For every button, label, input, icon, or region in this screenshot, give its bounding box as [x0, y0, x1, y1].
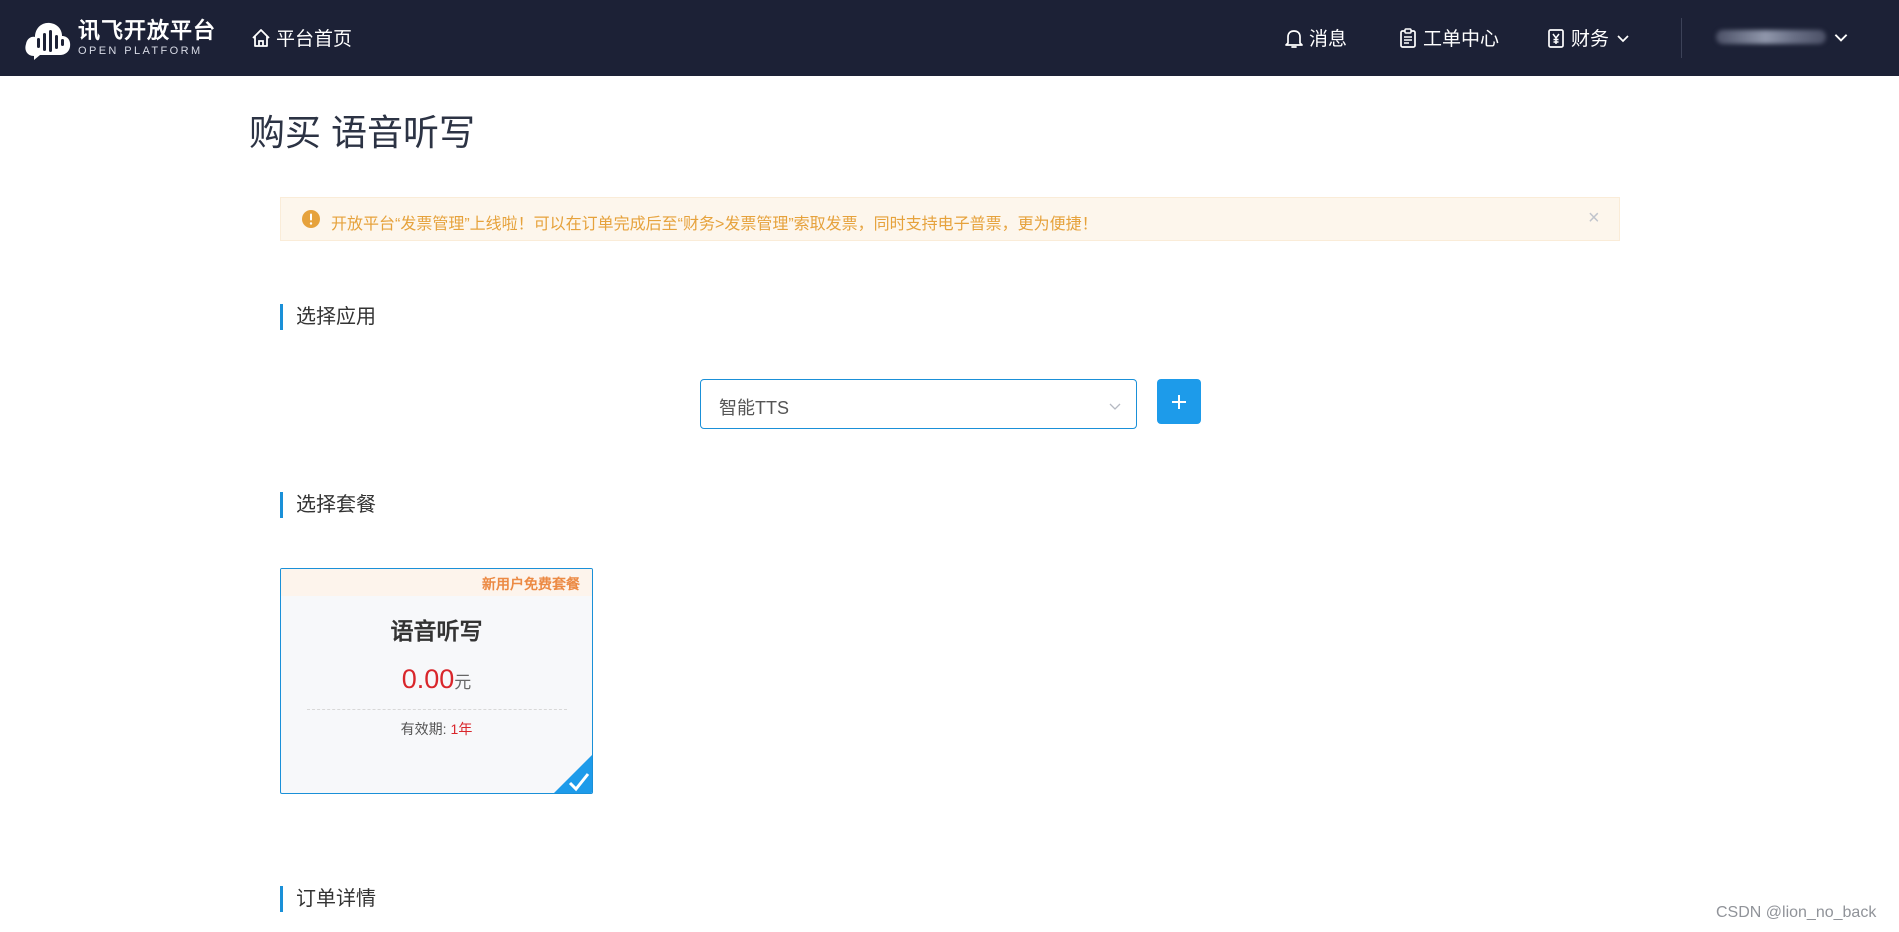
- section-title-select-app: 选择应用: [280, 304, 376, 330]
- plan-validity-label: 有效期:: [400, 721, 447, 737]
- section-title-order-details: 订单详情: [280, 886, 376, 912]
- plan-badge: 新用户免费套餐: [482, 576, 580, 592]
- logo-en-text: OPEN PLATFORM: [78, 44, 203, 57]
- top-navbar: 讯飞开放平台 OPEN PLATFORM 平台首页 消息 工单中心 财务: [0, 0, 1899, 76]
- logo-cn-text: 讯飞开放平台: [78, 17, 217, 43]
- app-select-value: 智能TTS: [719, 398, 789, 418]
- page-title: 购买 语音听写: [249, 112, 476, 153]
- nav-home-label: 平台首页: [276, 29, 353, 50]
- section-title-select-plan: 选择套餐: [280, 492, 376, 518]
- plan-card-free[interactable]: 新用户免费套餐 语音听写 0.00元 有效期: 1年: [280, 568, 593, 794]
- bell-icon: [1285, 29, 1303, 48]
- plus-icon: [1172, 394, 1186, 409]
- selected-check-corner-icon: [554, 755, 592, 793]
- invoice-notice-alert: 开放平台“发票管理”上线啦！可以在订单完成后至“财务>发票管理”索取发票，同时支…: [280, 197, 1620, 241]
- notice-close-button[interactable]: ×: [1588, 208, 1600, 228]
- plan-price-row: 0.00元: [281, 664, 592, 695]
- chevron-down-icon: [1617, 34, 1629, 42]
- nav-tickets-label: 工单中心: [1423, 29, 1500, 50]
- select-chevron-down-icon: [1109, 403, 1121, 410]
- plan-divider: [307, 709, 567, 710]
- plan-validity-value: 1年: [450, 721, 473, 737]
- plan-price: 0.00: [401, 664, 455, 694]
- app-select[interactable]: 智能TTS: [700, 379, 1137, 429]
- warning-circle-icon: [302, 210, 320, 228]
- nav-tickets[interactable]: 工单中心: [1398, 24, 1499, 51]
- plan-name: 语音听写: [390, 618, 483, 644]
- nav-messages[interactable]: 消息: [1284, 24, 1347, 51]
- user-chevron-down-icon[interactable]: [1832, 28, 1850, 46]
- nav-divider: [1681, 18, 1682, 58]
- plan-validity-row: 有效期: 1年: [281, 719, 592, 739]
- yuan-ledger-icon: [1548, 28, 1564, 48]
- clipboard-icon: [1400, 27, 1416, 48]
- notice-text: 开放平台“发票管理”上线啦！可以在订单完成后至“财务>发票管理”索取发票，同时支…: [331, 216, 1098, 233]
- user-account-blurred[interactable]: [1716, 30, 1826, 44]
- plan-price-unit: 元: [454, 673, 472, 692]
- home-icon: [252, 28, 270, 47]
- logo-text: 讯飞开放平台 OPEN PLATFORM: [78, 17, 217, 57]
- nav-messages-label: 消息: [1309, 29, 1348, 50]
- watermark: CSDN @lion_no_back: [1716, 904, 1877, 921]
- nav-home-link[interactable]: 平台首页: [250, 24, 352, 51]
- nav-finance-dropdown[interactable]: 财务: [1546, 24, 1631, 51]
- cloud-waveform-logo-icon: [25, 22, 71, 60]
- logo[interactable]: 讯飞开放平台 OPEN PLATFORM: [24, 16, 216, 60]
- add-app-button[interactable]: [1157, 379, 1201, 424]
- nav-finance-label: 财务: [1571, 29, 1610, 50]
